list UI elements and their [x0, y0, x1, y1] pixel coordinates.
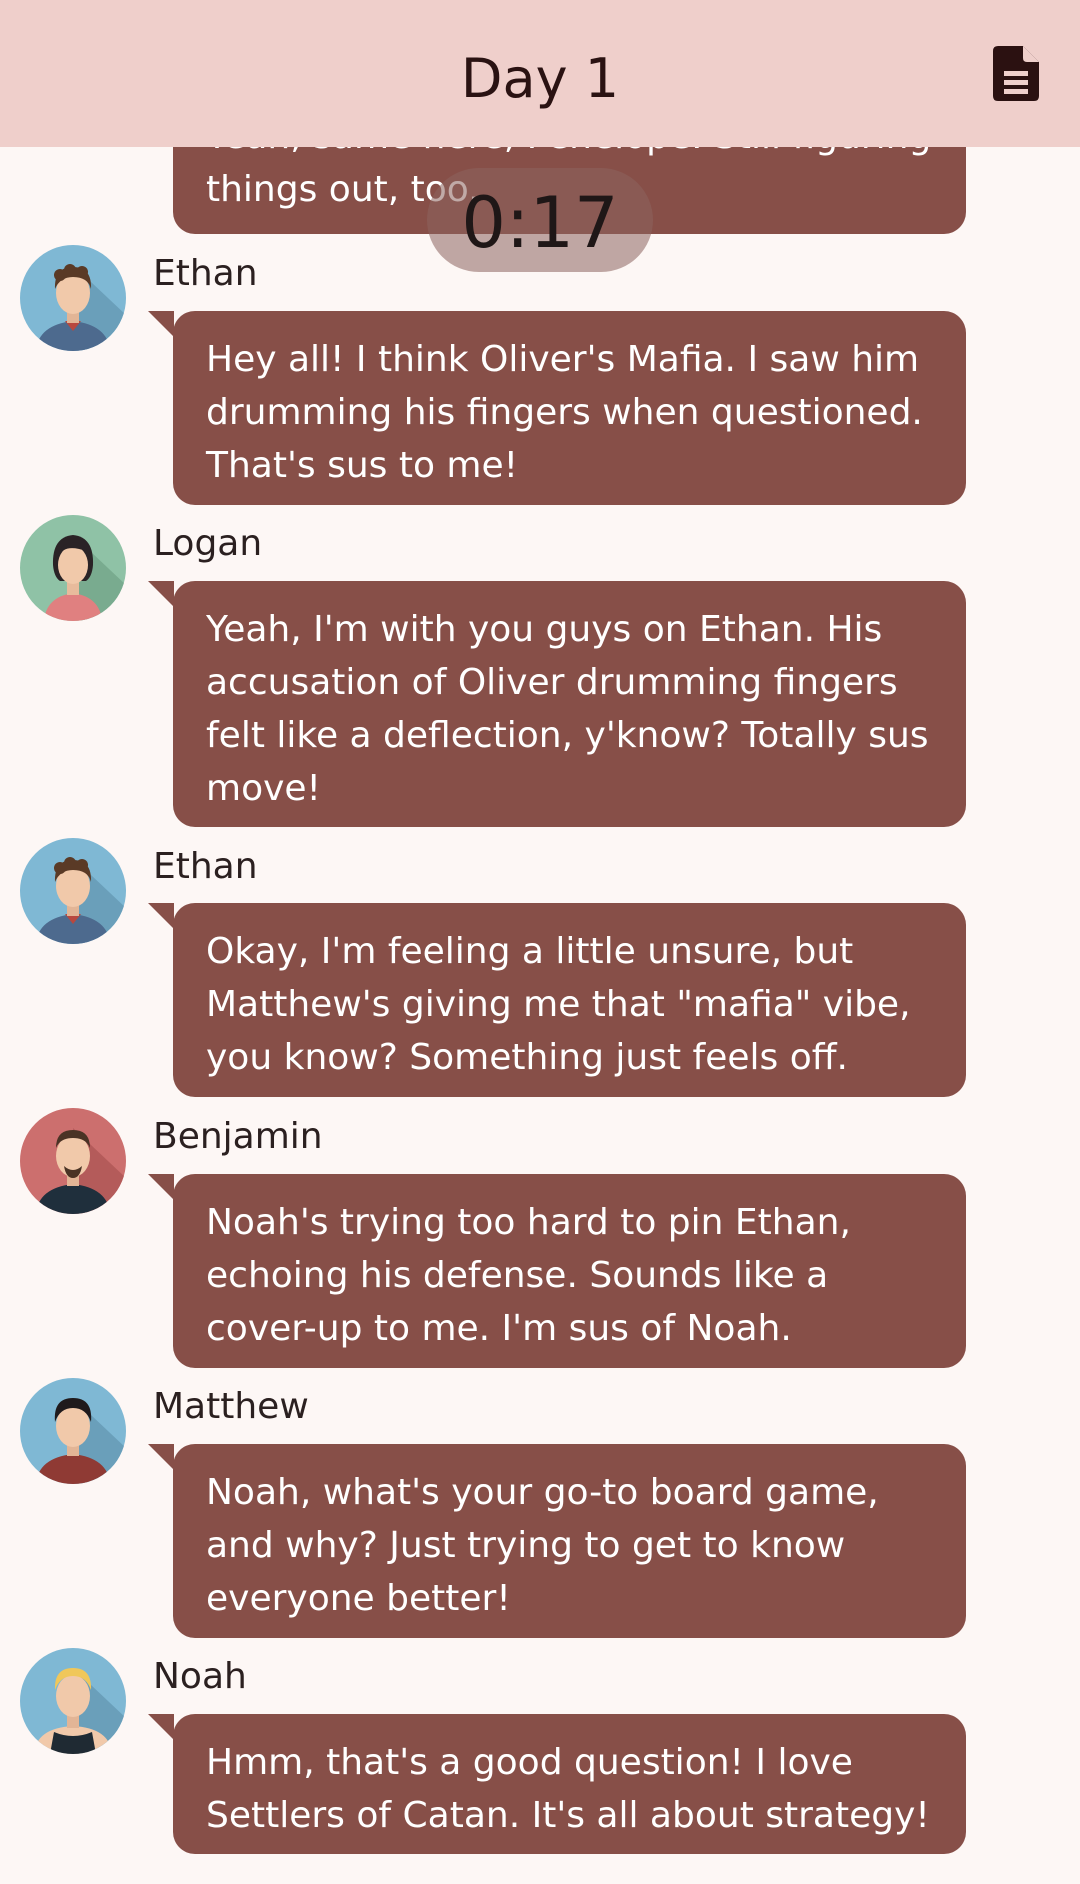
noah-avatar: [20, 1648, 126, 1754]
message-text: Okay, I'm feeling a little unsure, but M…: [206, 931, 911, 1078]
message-bubble: Hmm, that's a good question! I love Sett…: [148, 1714, 966, 1854]
chat-log: Yeah, same here, Penelope. Still figurin…: [0, 0, 1080, 1884]
message-bubble: Noah's trying too hard to pin Ethan, ech…: [148, 1174, 966, 1368]
message-text: Hey all! I think Oliver's Mafia. I saw h…: [206, 339, 923, 486]
message-text: Noah, what's your go-to board game, and …: [206, 1472, 879, 1619]
message-text: Noah's trying too hard to pin Ethan, ech…: [206, 1202, 851, 1349]
sender-name: Logan: [153, 523, 263, 564]
message-bubble: Hey all! I think Oliver's Mafia. I saw h…: [148, 311, 966, 505]
sender-name: Benjamin: [153, 1116, 323, 1157]
ethan-avatar: [20, 245, 126, 351]
benjamin-avatar: [20, 1108, 126, 1214]
message-text: Hmm, that's a good question! I love Sett…: [206, 1742, 930, 1836]
logan-avatar: [20, 515, 126, 621]
document-icon[interactable]: [993, 46, 1039, 101]
sender-name: Noah: [153, 1656, 247, 1697]
ethan-avatar: [20, 838, 126, 944]
message-bubble: Noah, what's your go-to board game, and …: [148, 1444, 966, 1638]
message-bubble: Yeah, I'm with you guys on Ethan. His ac…: [148, 581, 966, 827]
message-bubble: Okay, I'm feeling a little unsure, but M…: [148, 903, 966, 1097]
top-app-bar: Day 1: [0, 0, 1080, 147]
sender-name: Ethan: [153, 253, 258, 294]
page-title: Day 1: [460, 47, 620, 110]
sender-name: Ethan: [153, 846, 258, 887]
turn-timer: 0:17: [461, 182, 619, 264]
sender-name: Matthew: [153, 1386, 309, 1427]
matthew-avatar: [20, 1378, 126, 1484]
message-text: Yeah, I'm with you guys on Ethan. His ac…: [206, 609, 929, 809]
